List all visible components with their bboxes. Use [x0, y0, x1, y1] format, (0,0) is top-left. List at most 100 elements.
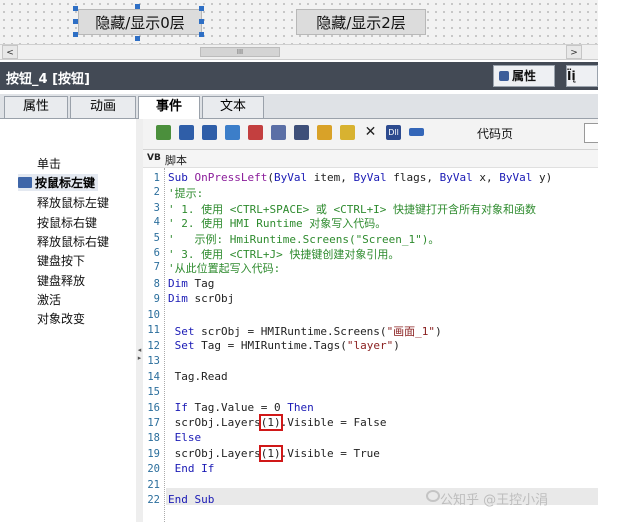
layer-index-highlight: (1)	[258, 445, 283, 462]
selection-handle[interactable]	[135, 36, 140, 41]
tab-properties-sub[interactable]: 属性	[4, 96, 68, 118]
code-line[interactable]: '提示:	[168, 185, 203, 201]
properties-icon	[499, 71, 509, 81]
script-header: VB 脚本	[143, 150, 598, 168]
canvas-button-layer2[interactable]: 隐藏/显示2层	[296, 9, 426, 35]
scroll-left-icon[interactable]: <	[2, 45, 18, 59]
script-header-label: 脚本	[165, 154, 187, 167]
outdent-icon[interactable]	[202, 125, 217, 140]
line-number: 1	[153, 172, 160, 184]
event-press-right[interactable]: 按鼠标右键	[37, 214, 97, 231]
code-line[interactable]: scrObj.Layers(1).Visible = True	[168, 445, 380, 462]
indent-icon[interactable]	[179, 125, 194, 140]
tab-events[interactable]: 事件	[138, 96, 200, 120]
line-number: 7	[153, 261, 160, 273]
script-editor[interactable]: 1 2 3 4 5 6 7 8 9 10 11 12 13 14 15 16 1…	[143, 168, 598, 522]
code-line[interactable]: ' 示例: HmiRuntime.Screens("Screen_1")。	[168, 231, 439, 247]
tab-texts[interactable]: 文本	[202, 96, 264, 118]
tab-info[interactable]: Ïį	[566, 65, 598, 87]
window-icon[interactable]	[409, 128, 424, 136]
cut-icon[interactable]	[294, 125, 309, 140]
event-release-right[interactable]: 释放鼠标右键	[37, 233, 109, 250]
selection-handle[interactable]	[73, 6, 78, 11]
code-line[interactable]: If Tag.Value = 0 Then	[168, 401, 314, 414]
paste-icon[interactable]	[317, 125, 332, 140]
line-number: 8	[153, 278, 160, 290]
event-key-release[interactable]: 键盘释放	[37, 272, 85, 289]
line-number: 19	[147, 448, 160, 460]
property-tabs: 属性 动画 事件 文本	[0, 94, 598, 120]
event-press-left-label: 按鼠标左键	[35, 176, 96, 190]
line-number-gutter: 1 2 3 4 5 6 7 8 9 10 11 12 13 14 15 16 1…	[143, 168, 163, 522]
line-number: 11	[147, 324, 160, 336]
event-press-left[interactable]: 按鼠标左键	[18, 174, 99, 191]
code-line[interactable]: ' 2. 使用 HMI Runtime 对象写入代码。	[168, 215, 386, 231]
line-number: 3	[153, 202, 160, 214]
panel-splitter[interactable]	[136, 119, 143, 522]
line-number: 4	[153, 216, 160, 228]
line-number: 17	[147, 417, 160, 429]
canvas-button-layer0[interactable]: 隐藏/显示0层	[78, 9, 202, 35]
code-line[interactable]: '从此位置起写入代码:	[168, 260, 280, 276]
line-number: 13	[147, 355, 160, 367]
delete-icon[interactable]: ✕	[363, 125, 378, 140]
event-release-left[interactable]: 释放鼠标左键	[37, 194, 109, 211]
event-key-press[interactable]: 键盘按下	[37, 252, 85, 269]
scrollbar-thumb[interactable]: III	[200, 47, 280, 57]
event-object-change[interactable]: 对象改变	[37, 310, 85, 327]
code-line[interactable]: Set Tag = HMIRuntime.Tags("layer")	[168, 339, 400, 352]
line-number: 5	[153, 232, 160, 244]
code-line[interactable]: Tag.Read	[168, 370, 228, 383]
line-number: 12	[147, 340, 160, 352]
line-number: 20	[147, 463, 160, 475]
code-line[interactable]: scrObj.Layers(1).Visible = False	[168, 414, 387, 431]
uncomment-icon[interactable]	[248, 125, 263, 140]
event-list: 单击 按鼠标左键 释放鼠标左键 按鼠标右键 释放鼠标右键 键盘按下 键盘释放 激…	[0, 119, 137, 522]
tab-properties-label: 属性	[512, 69, 537, 83]
code-page-select[interactable]	[584, 123, 598, 143]
line-number: 6	[153, 247, 160, 259]
tab-properties[interactable]: 属性	[493, 65, 555, 87]
line-number: 9	[153, 293, 160, 305]
tab-animations[interactable]: 动画	[70, 96, 136, 118]
code-page-label: 代码页	[477, 127, 514, 141]
selection-handle[interactable]	[73, 32, 78, 37]
code-line[interactable]: Sub OnPressLeft(ByVal item, ByVal flags,…	[168, 171, 552, 184]
event-click[interactable]: 单击	[37, 155, 61, 172]
line-number: 14	[147, 371, 160, 383]
script-toolbar: ✕ Dll 代码页	[143, 119, 598, 150]
script-icon	[18, 177, 32, 188]
selection-handle[interactable]	[199, 19, 204, 24]
layer-index-highlight: (1)	[258, 414, 283, 431]
code-line[interactable]: Set scrObj = HMIRuntime.Screens("画面_1")	[168, 323, 442, 339]
splitter-grip-icon[interactable]: ◂ ▸	[137, 346, 142, 380]
code-line[interactable]: Dim scrObj	[168, 292, 234, 305]
insert-snippet-icon[interactable]	[156, 125, 171, 140]
dll-icon[interactable]: Dll	[386, 125, 401, 140]
code-line[interactable]: End Sub	[168, 493, 214, 506]
inspector-title: 按钮_4 [按钮]	[6, 72, 90, 87]
bookmark-icon[interactable]	[271, 125, 286, 140]
line-number: 10	[147, 309, 160, 321]
line-number: 21	[147, 479, 160, 491]
inspector-title-bar: 按钮_4 [按钮] 属性 Ïį	[0, 62, 598, 90]
code-line[interactable]: Else	[168, 431, 202, 444]
find-icon[interactable]	[340, 125, 355, 140]
line-number: 18	[147, 432, 160, 444]
code-line[interactable]: End If	[168, 462, 215, 475]
line-number: 16	[147, 402, 160, 414]
selection-handle[interactable]	[199, 32, 204, 37]
design-canvas[interactable]: 隐藏/显示0层 隐藏/显示2层	[0, 0, 598, 44]
selection-handle[interactable]	[135, 4, 140, 9]
zhihu-logo-icon	[426, 490, 440, 502]
code-line[interactable]: Dim Tag	[168, 277, 214, 290]
right-edge	[598, 0, 636, 522]
horizontal-scrollbar[interactable]: < III >	[0, 44, 598, 60]
event-activate[interactable]: 激活	[37, 291, 61, 308]
selection-handle[interactable]	[73, 19, 78, 24]
fold-guide	[164, 168, 165, 522]
vb-badge: VB	[147, 153, 161, 163]
scroll-right-icon[interactable]: >	[566, 45, 582, 59]
selection-handle[interactable]	[199, 6, 204, 11]
comment-icon[interactable]	[225, 125, 240, 140]
